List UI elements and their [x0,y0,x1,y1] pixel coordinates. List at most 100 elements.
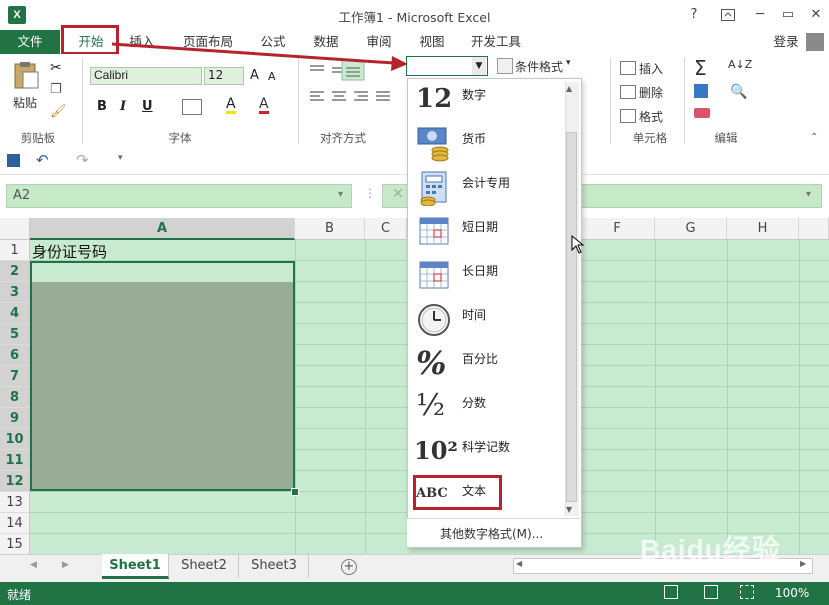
sheet-tab-sheet1[interactable]: Sheet1 [102,554,169,579]
format-option-accounting[interactable]: 会计专用 [408,168,563,212]
highlight-box-home [61,25,119,55]
column-header-i[interactable] [799,218,829,240]
cancel-formula-icon[interactable]: ✕ [392,186,404,202]
underline-button[interactable]: U [142,99,153,114]
row-header[interactable]: 6 [0,345,30,366]
restore-button[interactable]: ▭ [777,4,799,26]
fill-handle[interactable] [291,488,299,496]
insert-cells-icon[interactable] [620,61,636,75]
name-box-dropdown-icon[interactable]: ▾ [338,189,343,200]
row-header[interactable]: 14 [0,513,30,534]
sheet-tab-sheet3[interactable]: Sheet3 [240,554,309,578]
name-box[interactable]: A2 [6,184,352,208]
scroll-sheets-right-icon[interactable]: ▶ [62,560,69,570]
row-header[interactable]: 10 [0,429,30,450]
row-header[interactable]: 15 [0,534,30,555]
sheet-tab-sheet2[interactable]: Sheet2 [170,554,239,578]
column-header-b[interactable]: B [295,218,365,240]
row-header[interactable]: 1 [0,240,30,261]
column-header-f[interactable]: F [580,218,655,240]
row-header[interactable]: 5 [0,324,30,345]
format-option-fraction[interactable]: ½ 分数 [408,388,563,432]
row-header[interactable]: 9 [0,408,30,429]
cut-icon[interactable]: ✂ [50,60,62,76]
italic-button[interactable]: I [120,99,126,114]
tab-view[interactable]: 视图 [414,30,450,54]
ribbon-options-icon[interactable] [717,4,739,26]
conditional-format-arrow-icon: ▾ [566,58,571,68]
delete-cells-icon[interactable] [620,85,636,99]
login-link[interactable]: 登录 [768,30,804,54]
borders-icon[interactable] [182,99,202,115]
row-header[interactable]: 11 [0,450,30,471]
scroll-up-icon[interactable]: ▲ [566,84,572,93]
add-sheet-button[interactable]: + [341,559,357,575]
scroll-right-icon[interactable]: ▶ [800,559,806,568]
scroll-sheets-left-icon[interactable]: ◀ [30,560,37,570]
normal-view-icon[interactable] [664,585,678,599]
row-header[interactable]: 13 [0,492,30,513]
format-option-number[interactable]: 12 数字 [408,80,563,124]
format-option-time[interactable]: 时间 [408,300,563,344]
row-header[interactable]: 4 [0,303,30,324]
scroll-down-icon[interactable]: ▼ [566,505,572,514]
clear-icon[interactable] [694,108,710,118]
insert-cells-button[interactable]: 插入 [639,60,663,77]
format-option-short-date[interactable]: 短日期 [408,212,563,256]
expand-formula-bar-icon[interactable]: ▾ [806,189,811,200]
collapse-ribbon-icon[interactable]: ⌃ [810,132,818,143]
annotation-arrow-icon [112,42,408,71]
delete-cells-button[interactable]: 删除 [639,84,663,101]
avatar[interactable] [806,33,824,51]
row-header[interactable]: 2 [0,261,30,282]
fill-color-icon[interactable]: A [226,97,236,114]
row-header[interactable]: 12 [0,471,30,492]
format-painter-icon[interactable]: 🖌 [50,104,67,119]
conditional-format-icon[interactable] [497,58,513,74]
column-header-h[interactable]: H [727,218,799,240]
format-cells-icon[interactable] [620,109,636,123]
dropdown-scroll-thumb[interactable] [566,132,577,502]
find-select-icon[interactable]: 🔍 [730,84,747,100]
close-button[interactable]: ✕ [805,4,827,26]
sort-filter-icon[interactable]: A↓Z [728,58,752,71]
row-header[interactable]: 8 [0,387,30,408]
name-box-value: A2 [13,188,31,203]
scroll-left-icon[interactable]: ◀ [516,559,522,568]
undo-icon[interactable]: ↶ [36,151,49,169]
minimize-button[interactable]: ─ [749,4,771,26]
font-color-icon[interactable]: A [259,97,269,114]
cell-a1[interactable]: 身份证号码 [32,241,107,262]
fill-down-icon[interactable] [694,84,708,98]
row-header[interactable]: 7 [0,366,30,387]
save-icon[interactable] [7,154,20,167]
currency-icon [416,126,452,162]
select-all-corner[interactable] [0,218,30,240]
tab-file[interactable]: 文件 [0,30,60,54]
conditional-format-button[interactable]: 条件格式 [515,58,563,75]
column-header-c[interactable]: C [365,218,407,240]
page-break-view-icon[interactable] [740,585,754,599]
format-option-long-date[interactable]: 长日期 [408,256,563,300]
format-option-percentage[interactable]: % 百分比 [408,344,563,388]
paste-label[interactable]: 粘贴 [13,94,37,111]
help-button[interactable]: ? [683,4,705,26]
paste-icon[interactable] [12,60,40,90]
number-format-dropdown-arrow[interactable]: ▼ [472,57,486,75]
autosum-icon[interactable]: Σ [694,56,707,80]
customize-qat-icon[interactable]: ▾ [118,153,123,163]
format-option-currency[interactable]: 货币 [408,124,563,168]
zoom-level[interactable]: 100% [775,586,809,600]
format-cells-button[interactable]: 格式 [639,108,663,125]
column-header-a[interactable]: A [30,218,295,240]
format-option-scientific[interactable]: 10² 科学记数 [408,432,563,476]
redo-icon[interactable]: ↷ [76,151,89,169]
row-header[interactable]: 3 [0,282,30,303]
copy-icon[interactable]: ❐ [50,82,62,97]
bold-button[interactable]: B [97,99,107,114]
highlight-box-text [413,475,502,510]
tab-developer[interactable]: 开发工具 [466,30,526,54]
page-layout-view-icon[interactable] [704,585,718,599]
column-header-g[interactable]: G [655,218,727,240]
mouse-cursor-icon [571,235,585,254]
